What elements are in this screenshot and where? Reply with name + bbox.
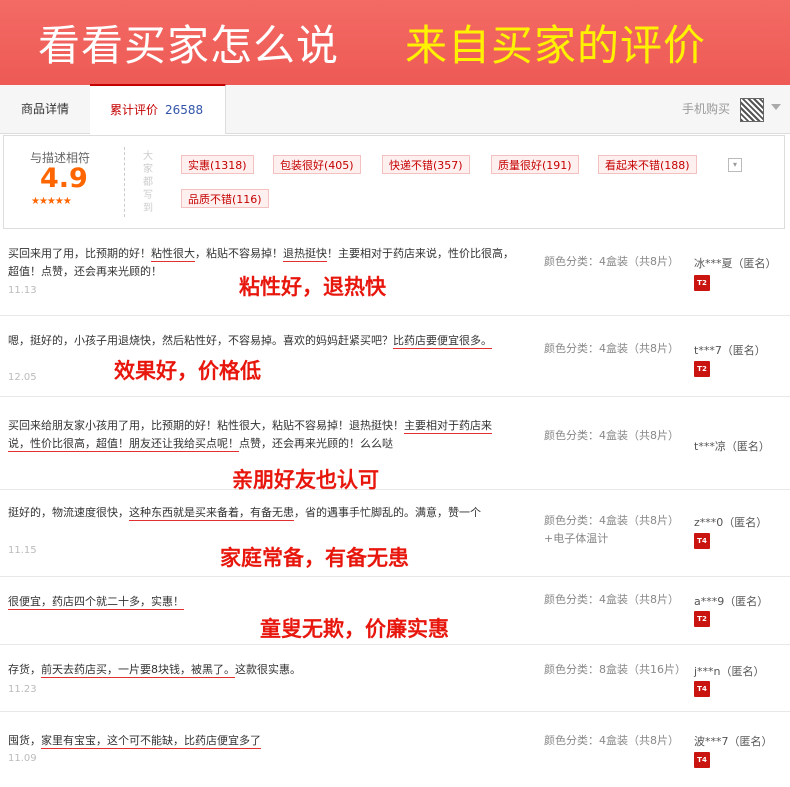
reviewer-name: t***7（匿名） [694,344,766,357]
tab-bar: 商品详情 累计评价 26588 手机购买 [0,84,790,134]
banner-title: 看看买家怎么说 [38,21,340,70]
reviewer-name: z***0（匿名） [694,516,768,529]
rating-summary: 与描述相符 4.9 ★★★★★ 大家都写到 实惠(1318) 包装很好(405)… [3,135,785,229]
review-text: 存货，前天去药店买，一片要8块钱，被黑了。这款很实惠。 [8,663,301,678]
review-count: 26588 [165,103,204,117]
tab-reviews-label: 累计评价 [110,103,159,117]
reviewer-name: 波***7（匿名） [694,735,773,748]
rating-stars-icon: ★★★★★ [31,196,72,207]
tag-chip[interactable]: 实惠(1318) [181,155,254,174]
tab-product-detail[interactable]: 商品详情 [0,85,91,133]
rating-score: 4.9 [40,163,88,194]
review-text: 挺好的，物流速度很快，这种东西就是买来备着，有备无患，省的遇事手忙脚乱的。满意，… [8,506,481,521]
member-level-badge: T2 [694,611,710,627]
review-highlight-caption: 家庭常备，有备无患 [220,546,409,570]
review-date: 11.13 [8,285,37,296]
review-highlight-caption: 粘性好，退热快 [239,275,386,299]
review-spec: 颜色分类：4盒装（共8片）+电子体温计 [544,514,679,545]
review-highlight-caption: 童叟无欺，价廉实惠 [260,617,449,641]
review-date: 12.05 [8,372,37,383]
reviewer-name: t***凉（匿名） [694,440,770,453]
banner-subtitle: 来自买家的评价 [405,21,707,70]
review-text: 很便宜，药店四个就二十多，实惠！ [8,595,184,610]
member-level-badge: T4 [694,752,710,768]
mobile-buy-link[interactable]: 手机购买 [682,85,730,133]
review-row: 嗯，挺好的，小孩子用退烧快，然后粘性好，不容易掉。喜欢的妈妈赶紧买吧？比药店要便… [0,316,790,397]
review-spec: 颜色分类：4盒装（共8片） [544,342,679,355]
member-level-badge: T4 [694,681,710,697]
member-level-badge: T2 [694,361,710,377]
reviewer-name: j***n（匿名） [694,665,765,678]
review-spec: 颜色分类：4盒装（共8片） [544,593,679,606]
tag-chip[interactable]: 质量很好(191) [491,155,579,174]
tag-chip[interactable]: 看起来不错(188) [598,155,697,174]
review-spec: 颜色分类：4盒装（共8片） [544,429,679,442]
tag-chip[interactable]: 快递不错(357) [382,155,470,174]
tab-reviews[interactable]: 累计评价 26588 [90,84,226,134]
reviewer-name: 冰***夏（匿名） [694,257,777,270]
review-spec: 颜色分类：4盒装（共8片） [544,734,679,747]
tag-chip[interactable]: 品质不错(116) [181,189,269,208]
review-row: 囤货，家里有宝宝，这个可不能缺，比药店便宜多了 11.09 颜色分类：4盒装（共… [0,712,790,787]
tag-chip[interactable]: 包装很好(405) [273,155,361,174]
review-highlight-caption: 效果好，价格低 [114,359,261,383]
divider [124,147,125,217]
review-row: 存货，前天去药店买，一片要8块钱，被黑了。这款很实惠。 11.23 颜色分类：8… [0,645,790,712]
review-row: 很便宜，药店四个就二十多，实惠！ 童叟无欺，价廉实惠 颜色分类：4盒装（共8片）… [0,577,790,645]
review-date: 11.15 [8,545,37,556]
reviewer-name: a***9（匿名） [694,595,769,608]
review-text: 囤货，家里有宝宝，这个可不能缺，比药店便宜多了 [8,734,261,749]
member-level-badge: T4 [694,533,710,549]
chevron-down-icon[interactable] [771,104,781,110]
review-text: 嗯，挺好的，小孩子用退烧快，然后粘性好，不容易掉。喜欢的妈妈赶紧买吧？比药店要便… [8,334,492,349]
tags-label: 大家都写到 [143,151,153,214]
expand-tags-icon[interactable]: ▾ [728,158,742,172]
review-row: 买回来用了用，比预期的好！粘性很大，粘贴不容易掉！退热挺快！主要相对于药店来说，… [0,231,790,316]
member-level-badge: T2 [694,275,710,291]
review-date: 11.23 [8,684,37,695]
qr-code-icon[interactable] [740,98,764,122]
review-row: 买回来给朋友家小孩用了用，比预期的好！粘性很大，粘贴不容易掉！退热挺快！主要相对… [0,397,790,492]
review-spec: 颜色分类：4盒装（共8片） [544,255,679,268]
header-banner: 看看买家怎么说 来自买家的评价 [0,0,790,85]
review-row: 挺好的，物流速度很快，这种东西就是买来备着，有备无患，省的遇事手忙脚乱的。满意，… [0,490,790,577]
review-date: 11.09 [8,753,37,764]
review-spec: 颜色分类：8盒装（共16片） [544,663,686,676]
review-text: 买回来给朋友家小孩用了用，比预期的好！粘性很大，粘贴不容易掉！退热挺快！主要相对… [8,419,492,452]
